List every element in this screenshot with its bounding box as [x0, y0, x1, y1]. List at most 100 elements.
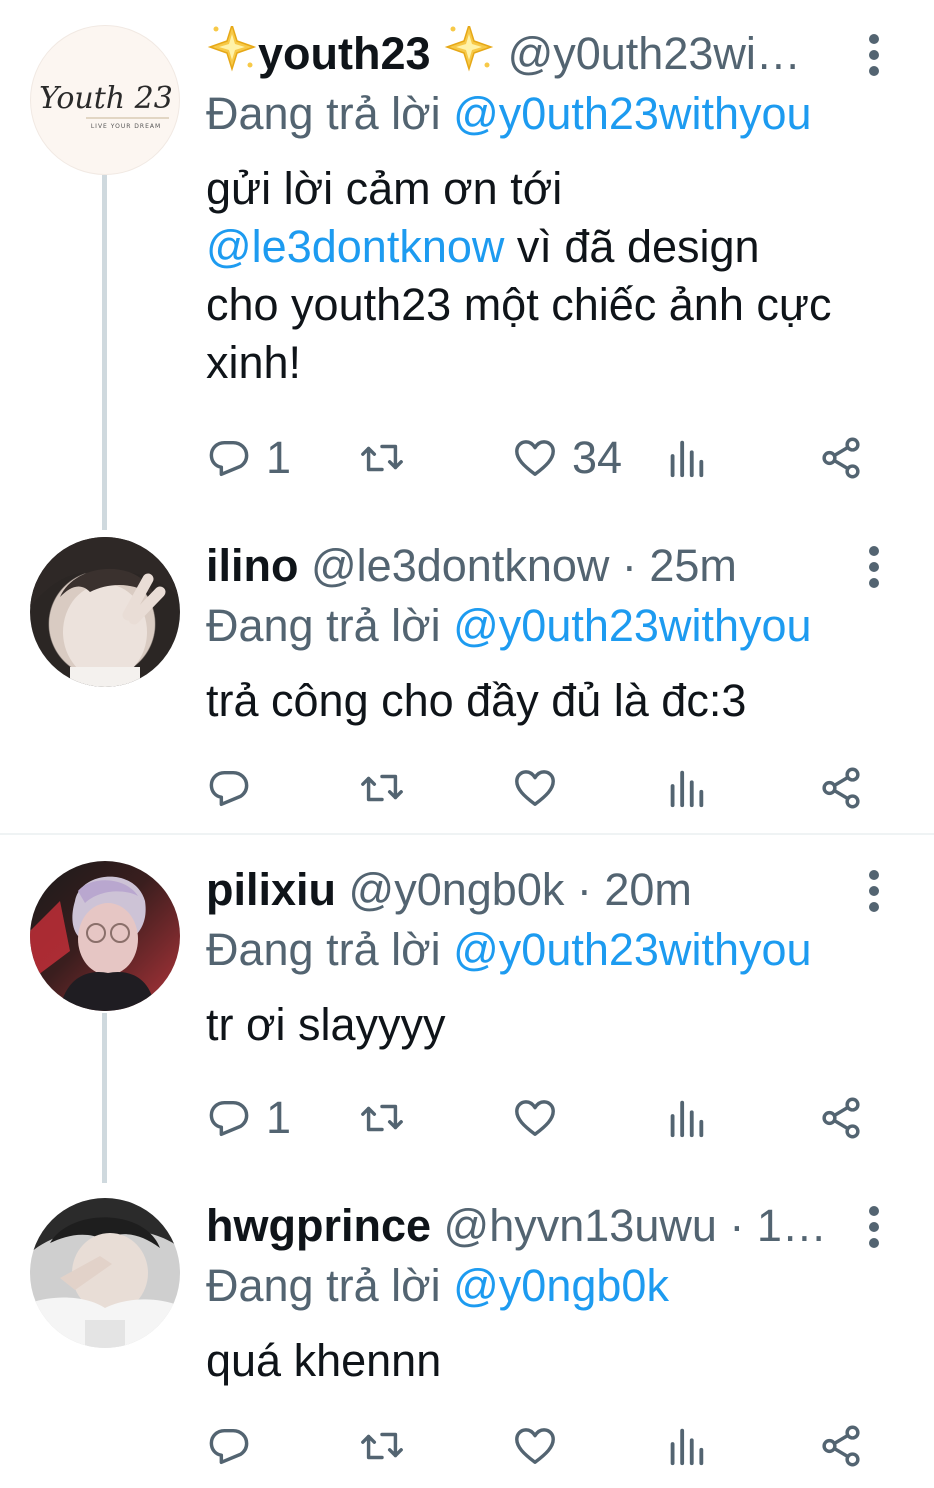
avatar[interactable]: [30, 537, 180, 687]
reply-icon: [209, 1100, 249, 1137]
share-icon: [822, 767, 860, 809]
replying-to-mention[interactable]: @y0ngb0k: [453, 1260, 669, 1311]
tweet-header: pilixiu @y0ngb0k · 20m: [206, 862, 834, 918]
tweet-header: ilino @le3dontknow · 25m: [206, 538, 834, 594]
thread-divider: [0, 833, 934, 835]
user-handle[interactable]: @hyvn13uwu: [444, 1200, 717, 1251]
tweet-text-span: vì đã design: [504, 221, 760, 272]
reply-icon: [209, 1428, 249, 1465]
user-handle[interactable]: @le3dontknow: [311, 540, 609, 591]
like-button[interactable]: [512, 1416, 558, 1476]
tweet-text: trả công cho đầy đủ là đc:3: [206, 672, 906, 730]
mention-link[interactable]: @le3dontknow: [206, 221, 504, 272]
share-button[interactable]: [818, 428, 864, 488]
tweet-timestamp[interactable]: · 25m: [622, 540, 737, 591]
reply-button[interactable]: [206, 1416, 252, 1476]
tweet-text-line: @le3dontknow vì đã design: [206, 218, 906, 276]
tweet-timestamp[interactable]: · 20m: [577, 864, 692, 915]
tweet-text: tr ơi slayyyy: [206, 996, 906, 1054]
retweet-icon: [361, 1104, 403, 1132]
replying-prefix: Đang trả lời: [206, 924, 441, 975]
user-handle[interactable]: @y0ngb0k: [349, 864, 565, 915]
retweet-icon: [361, 1432, 403, 1460]
display-name[interactable]: ilino: [206, 540, 298, 591]
avatar-logo-text: Youth 23: [39, 81, 173, 116]
action-bar: [0, 758, 934, 818]
retweet-button[interactable]: [358, 1416, 406, 1476]
heart-icon: [515, 770, 555, 807]
tweet-2[interactable]: ilino @le3dontknow · 25m Đang trả lời @y…: [0, 520, 934, 834]
user-handle[interactable]: @y0uth23wi…: [508, 28, 801, 79]
tweet-timestamp[interactable]: · 1…: [729, 1200, 827, 1251]
tweet-text-line: cho youth23 một chiếc ảnh cực: [206, 279, 832, 330]
views-button[interactable]: [666, 1088, 706, 1148]
reply-count: 1: [266, 1092, 292, 1143]
views-button[interactable]: [666, 428, 706, 488]
views-icon: [670, 440, 704, 478]
tweet-3[interactable]: pilixiu @y0ngb0k · 20m Đang trả lời @y0u…: [0, 836, 934, 1183]
avatar[interactable]: [30, 1198, 180, 1348]
replying-to-mention[interactable]: @y0uth23withyou: [453, 600, 811, 651]
retweet-icon: [361, 774, 403, 802]
reply-button[interactable]: 1: [206, 1088, 291, 1148]
display-name[interactable]: pilixiu: [206, 864, 336, 915]
reply-button[interactable]: 1: [206, 428, 291, 488]
like-button[interactable]: [512, 758, 558, 818]
retweet-button[interactable]: [358, 428, 406, 488]
sparkle-emoji-icon: [206, 26, 258, 82]
tweet-text-line: xinh!: [206, 337, 302, 388]
replying-to: Đang trả lời @y0uth23withyou: [206, 86, 812, 142]
tweet-text: quá khennn: [206, 1332, 906, 1390]
replying-to-mention[interactable]: @y0uth23withyou: [453, 88, 811, 139]
tweet-text-line: quá khennn: [206, 1335, 442, 1386]
share-icon: [822, 1097, 860, 1139]
retweet-button[interactable]: [358, 1088, 406, 1148]
share-icon: [822, 437, 860, 479]
like-count: 34: [572, 432, 623, 483]
action-bar: 1 34: [0, 428, 934, 488]
replying-to-mention[interactable]: @y0uth23withyou: [453, 924, 811, 975]
heart-icon: [515, 440, 555, 477]
heart-icon: [515, 1428, 555, 1465]
views-icon: [670, 770, 704, 808]
tweet-header: youth23 @y0uth23wi…: [206, 26, 834, 82]
display-name[interactable]: youth23: [258, 28, 431, 79]
more-options-icon[interactable]: [856, 30, 892, 80]
tweet-1[interactable]: Youth 23 LIVE YOUR DREAM youth23 @y0uth2…: [0, 0, 934, 530]
avatar[interactable]: Youth 23 LIVE YOUR DREAM: [30, 25, 180, 175]
avatar[interactable]: [30, 861, 180, 1011]
tweet-text-line: tr ơi slayyyy: [206, 999, 446, 1050]
sparkle-emoji-icon: [443, 26, 495, 82]
views-button[interactable]: [666, 758, 706, 818]
reply-count: 1: [266, 432, 292, 483]
replying-prefix: Đang trả lời: [206, 1260, 441, 1311]
action-bar: 1: [0, 1088, 934, 1148]
tweet-text: gửi lời cảm ơn tới @le3dontknow vì đã de…: [206, 160, 906, 392]
share-button[interactable]: [818, 1416, 864, 1476]
views-icon: [670, 1428, 704, 1466]
heart-icon: [515, 1100, 555, 1137]
replying-prefix: Đang trả lời: [206, 88, 441, 139]
replying-to: Đang trả lời @y0ngb0k: [206, 1258, 669, 1314]
reply-button[interactable]: [206, 758, 252, 818]
more-options-icon[interactable]: [856, 1202, 892, 1252]
share-button[interactable]: [818, 1088, 864, 1148]
tweet-4[interactable]: hwgprince @hyvn13uwu · 1… Đang trả lời @…: [0, 1176, 934, 1488]
like-button[interactable]: [512, 1088, 558, 1148]
views-button[interactable]: [666, 1416, 706, 1476]
retweet-button[interactable]: [358, 758, 406, 818]
display-name[interactable]: hwgprince: [206, 1200, 431, 1251]
replying-prefix: Đang trả lời: [206, 600, 441, 651]
share-button[interactable]: [818, 758, 864, 818]
replying-to: Đang trả lời @y0uth23withyou: [206, 922, 812, 978]
retweet-icon: [361, 444, 403, 472]
like-button[interactable]: 34: [512, 428, 622, 488]
more-options-icon[interactable]: [856, 866, 892, 916]
tweet-text-line: trả công cho đầy đủ là đc:3: [206, 675, 747, 726]
reply-icon: [209, 440, 249, 477]
replying-to: Đang trả lời @y0uth23withyou: [206, 598, 812, 654]
more-options-icon[interactable]: [856, 542, 892, 592]
tweet-header: hwgprince @hyvn13uwu · 1…: [206, 1198, 834, 1254]
reply-icon: [209, 770, 249, 807]
share-icon: [822, 1425, 860, 1467]
